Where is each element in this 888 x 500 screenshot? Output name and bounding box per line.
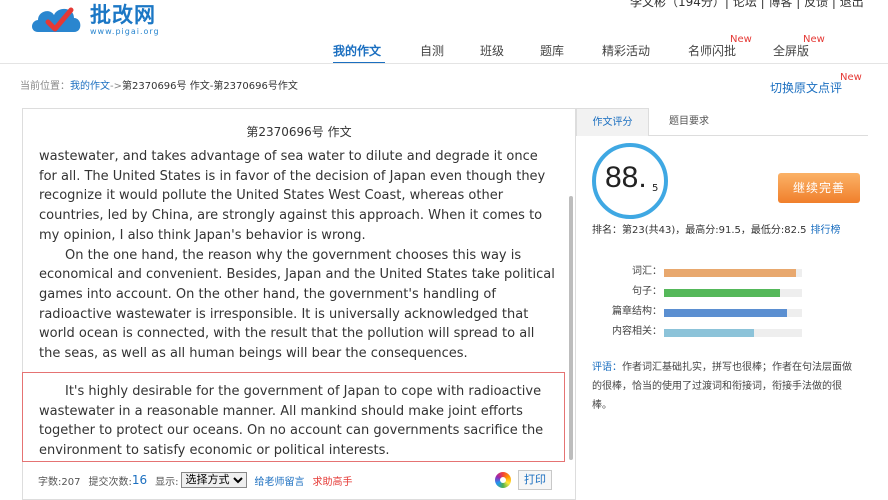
bar-vocabulary: 词汇： — [592, 266, 862, 278]
essay-paragraph-highlighted: It's highly desirable for the government… — [39, 384, 544, 459]
leaderboard-link[interactable]: 排行榜 — [811, 225, 841, 236]
comment-label: 评语： — [592, 362, 622, 373]
nav-teacher-review[interactable]: 名师闪批 New — [688, 34, 752, 59]
display-mode-select[interactable]: 选择方式 — [180, 472, 247, 488]
breadcrumb: 当前位置：我的作文->第2370696号 作文-第2370696号作文 — [20, 81, 298, 92]
submit-count-label: 提交次数: — [88, 476, 132, 488]
nav-self-test[interactable]: 自测 — [420, 42, 444, 59]
teacher-comment: 评语：作者词汇基础扎实，拼写也很棒；作者在句法层面做的很棒，恰当的使用了过渡词和… — [592, 358, 854, 415]
highlighted-paragraph[interactable]: It's highly desirable for the government… — [22, 372, 565, 462]
bar-fill — [664, 269, 797, 277]
rank-text: 排名：第23(共43)，最高分:91.5，最低分:82.5 — [592, 225, 807, 236]
new-badge: New — [840, 72, 862, 83]
breadcrumb-current: 第2370696号 作文-第2370696号作文 — [122, 81, 298, 92]
essay-paragraph: wastewater, and takes advantage of sea w… — [39, 149, 546, 243]
switch-view-link[interactable]: 切换原文点评 New — [770, 72, 862, 96]
bar-content-relevance: 内容相关： — [592, 326, 862, 338]
color-palette-icon[interactable] — [495, 472, 511, 488]
score-tabs: 作文评分 题目要求 — [576, 108, 868, 136]
bar-structure: 篇章结构： — [592, 306, 862, 318]
new-badge: New — [803, 34, 825, 45]
logo-url: www.pigai.org — [90, 26, 160, 36]
rank-info: 排名：第23(共43)，最高分:91.5，最低分:82.5 排行榜 — [592, 221, 866, 240]
nav-class[interactable]: 班级 — [480, 42, 504, 59]
display-label: 显示: — [155, 476, 179, 488]
new-badge: New — [730, 34, 752, 45]
score-decimal: 5 — [652, 183, 659, 194]
tab-question-requirements[interactable]: 题目要求 — [649, 108, 729, 136]
cloud-check-icon — [28, 2, 86, 36]
print-button[interactable]: 打印 — [518, 470, 552, 490]
bar-fill — [664, 309, 787, 317]
score-circle: 88. 5 — [592, 143, 668, 219]
score-integer: 88. — [605, 161, 647, 194]
essay-title: 第2370696号 作文 — [246, 125, 352, 139]
bar-fill — [664, 289, 780, 297]
nav-activities[interactable]: 精彩活动 — [602, 42, 650, 59]
essay-scrollbar[interactable] — [569, 196, 573, 460]
submit-count: 16 — [131, 473, 148, 487]
ask-expert-link[interactable]: 求助高手 — [313, 473, 353, 488]
bar-sentence: 句子： — [592, 286, 862, 298]
nav-my-essays[interactable]: 我的作文 — [333, 42, 381, 59]
essay-footer: 字数:207 提交次数: 16 显示: 选择方式 给老师留言 求助高手 — [38, 472, 353, 488]
logo-title: 批改网 — [90, 2, 156, 27]
score-panel: 作文评分 题目要求 88. 5 继续完善 排名：第23(共43)，最高分:91.… — [576, 108, 868, 500]
tab-essay-score[interactable]: 作文评分 — [576, 108, 649, 136]
bar-fill — [664, 329, 754, 337]
essay-paragraph: On the one hand, the reason why the gove… — [39, 247, 555, 362]
logo[interactable]: 批改网 www.pigai.org — [28, 2, 160, 36]
nav-fullscreen[interactable]: 全屏版 New — [773, 34, 825, 59]
user-toolbar[interactable]: 李文彬（194分）| 论坛 | 博客 | 反馈 | 退出 — [630, 0, 864, 10]
nav-divider — [0, 63, 888, 64]
breadcrumb-link-my-essays[interactable]: 我的作文 — [70, 81, 110, 92]
continue-improve-button[interactable]: 继续完善 — [778, 173, 860, 203]
essay-body: wastewater, and takes advantage of sea w… — [39, 147, 559, 364]
comment-text: 作者词汇基础扎实，拼写也很棒；作者在句法层面做的很棒，恰当的使用了过渡词和衔接词… — [592, 362, 852, 411]
message-teacher-link[interactable]: 给老师留言 — [255, 473, 305, 488]
word-count: 字数:207 — [38, 476, 81, 488]
nav-question-bank[interactable]: 题库 — [540, 42, 564, 59]
